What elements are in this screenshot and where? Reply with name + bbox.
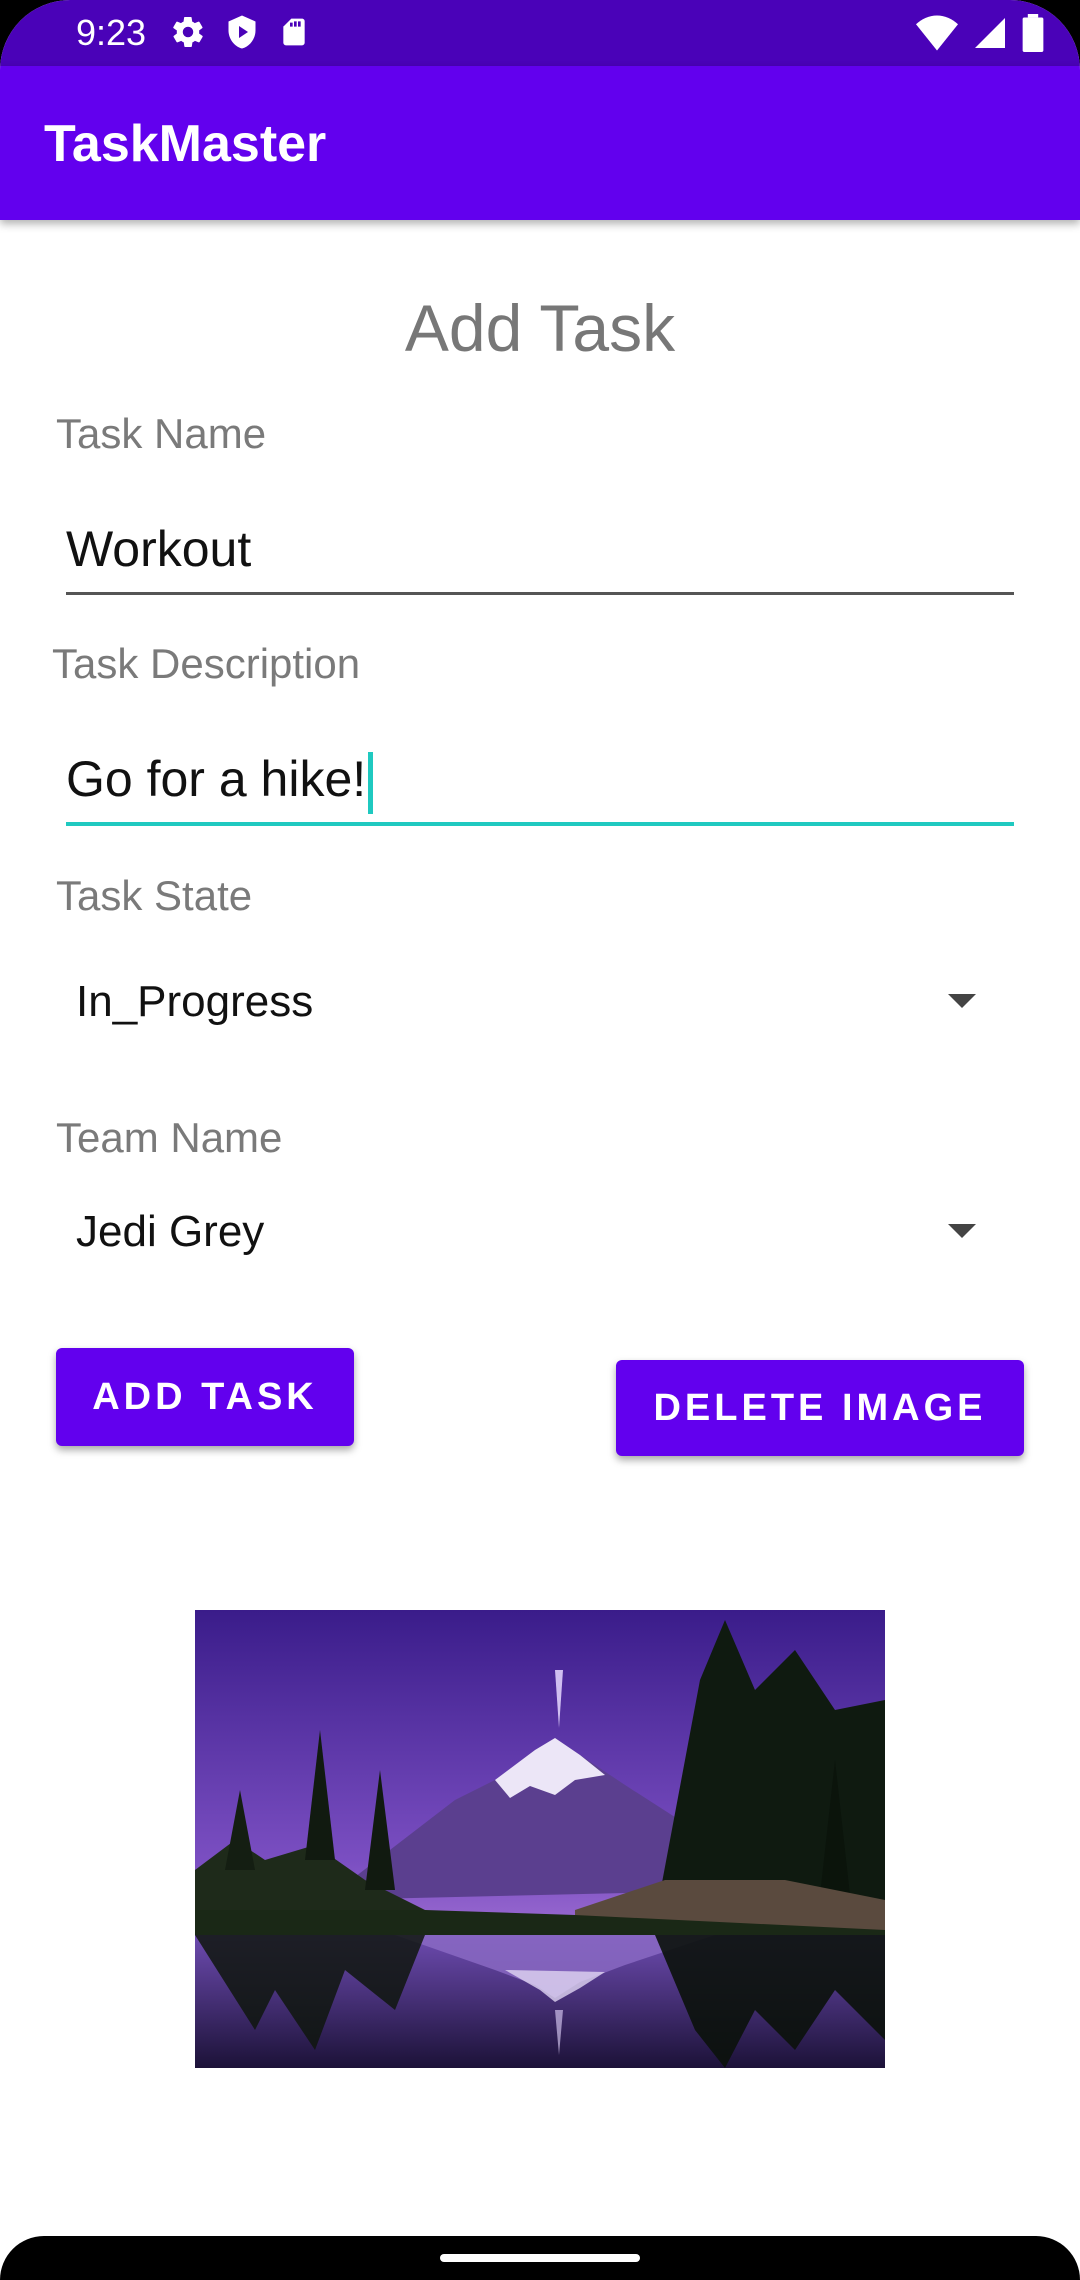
wifi-icon (916, 15, 958, 51)
battery-icon (1022, 14, 1044, 52)
status-left-icons (170, 14, 310, 50)
status-right-icons (916, 14, 1044, 52)
task-name-input[interactable]: Workout (66, 512, 1014, 595)
dropdown-arrow-icon (948, 994, 976, 1008)
team-name-dropdown[interactable]: Jedi Grey (76, 1192, 996, 1272)
task-state-dropdown[interactable]: In_Progress (76, 962, 996, 1042)
home-gesture-handle[interactable] (440, 2254, 640, 2262)
team-name-selected: Jedi Grey (76, 1207, 265, 1256)
add-task-button[interactable]: ADD TASK (56, 1348, 354, 1446)
task-description-value: Go for a hike! (66, 751, 367, 807)
shield-play-icon (228, 15, 256, 49)
delete-image-button[interactable]: DELETE IMAGE (616, 1360, 1024, 1456)
signal-icon (975, 18, 1005, 48)
task-description-label: Task Description (52, 640, 361, 687)
status-time: 9:23 (76, 12, 147, 53)
dropdown-arrow-icon (948, 1224, 976, 1238)
page-title: Add Task (404, 291, 676, 365)
task-image (195, 1610, 885, 2068)
app-bar: TaskMaster (0, 66, 1080, 220)
team-name-label: Team Name (56, 1114, 283, 1161)
task-description-input[interactable]: Go for a hike! (66, 742, 1014, 826)
task-state-selected: In_Progress (76, 977, 314, 1026)
sd-card-icon (283, 18, 305, 46)
task-state-label: Task State (56, 872, 253, 919)
gear-icon (173, 17, 203, 47)
text-cursor (368, 751, 374, 814)
task-name-label: Task Name (56, 410, 267, 457)
app-screen: 9:23 TaskMaster Add Task Task Name Worko… (0, 0, 1080, 2280)
task-name-value: Workout (66, 521, 252, 577)
app-title: TaskMaster (44, 115, 327, 173)
status-bar: 9:23 (0, 0, 1080, 66)
